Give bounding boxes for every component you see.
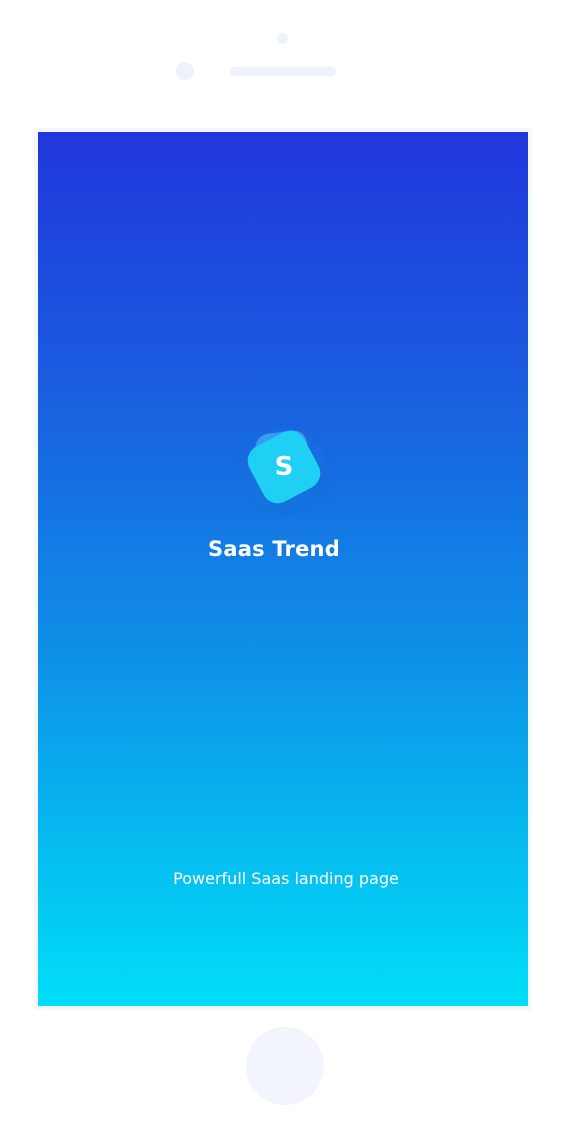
app-title: Saas Trend bbox=[208, 537, 340, 561]
app-tagline: Powerfull Saas landing page bbox=[173, 869, 399, 888]
sensor-icon bbox=[176, 62, 194, 80]
phone-mockup: S Saas Trend Powerfull Saas landing page bbox=[0, 0, 564, 1139]
home-button[interactable] bbox=[246, 1027, 324, 1105]
app-logo: S bbox=[240, 424, 330, 514]
logo-letter: S bbox=[274, 452, 294, 482]
speaker-grill bbox=[230, 67, 336, 76]
splash-screen: S Saas Trend Powerfull Saas landing page bbox=[38, 132, 528, 1006]
camera-icon bbox=[277, 33, 288, 44]
